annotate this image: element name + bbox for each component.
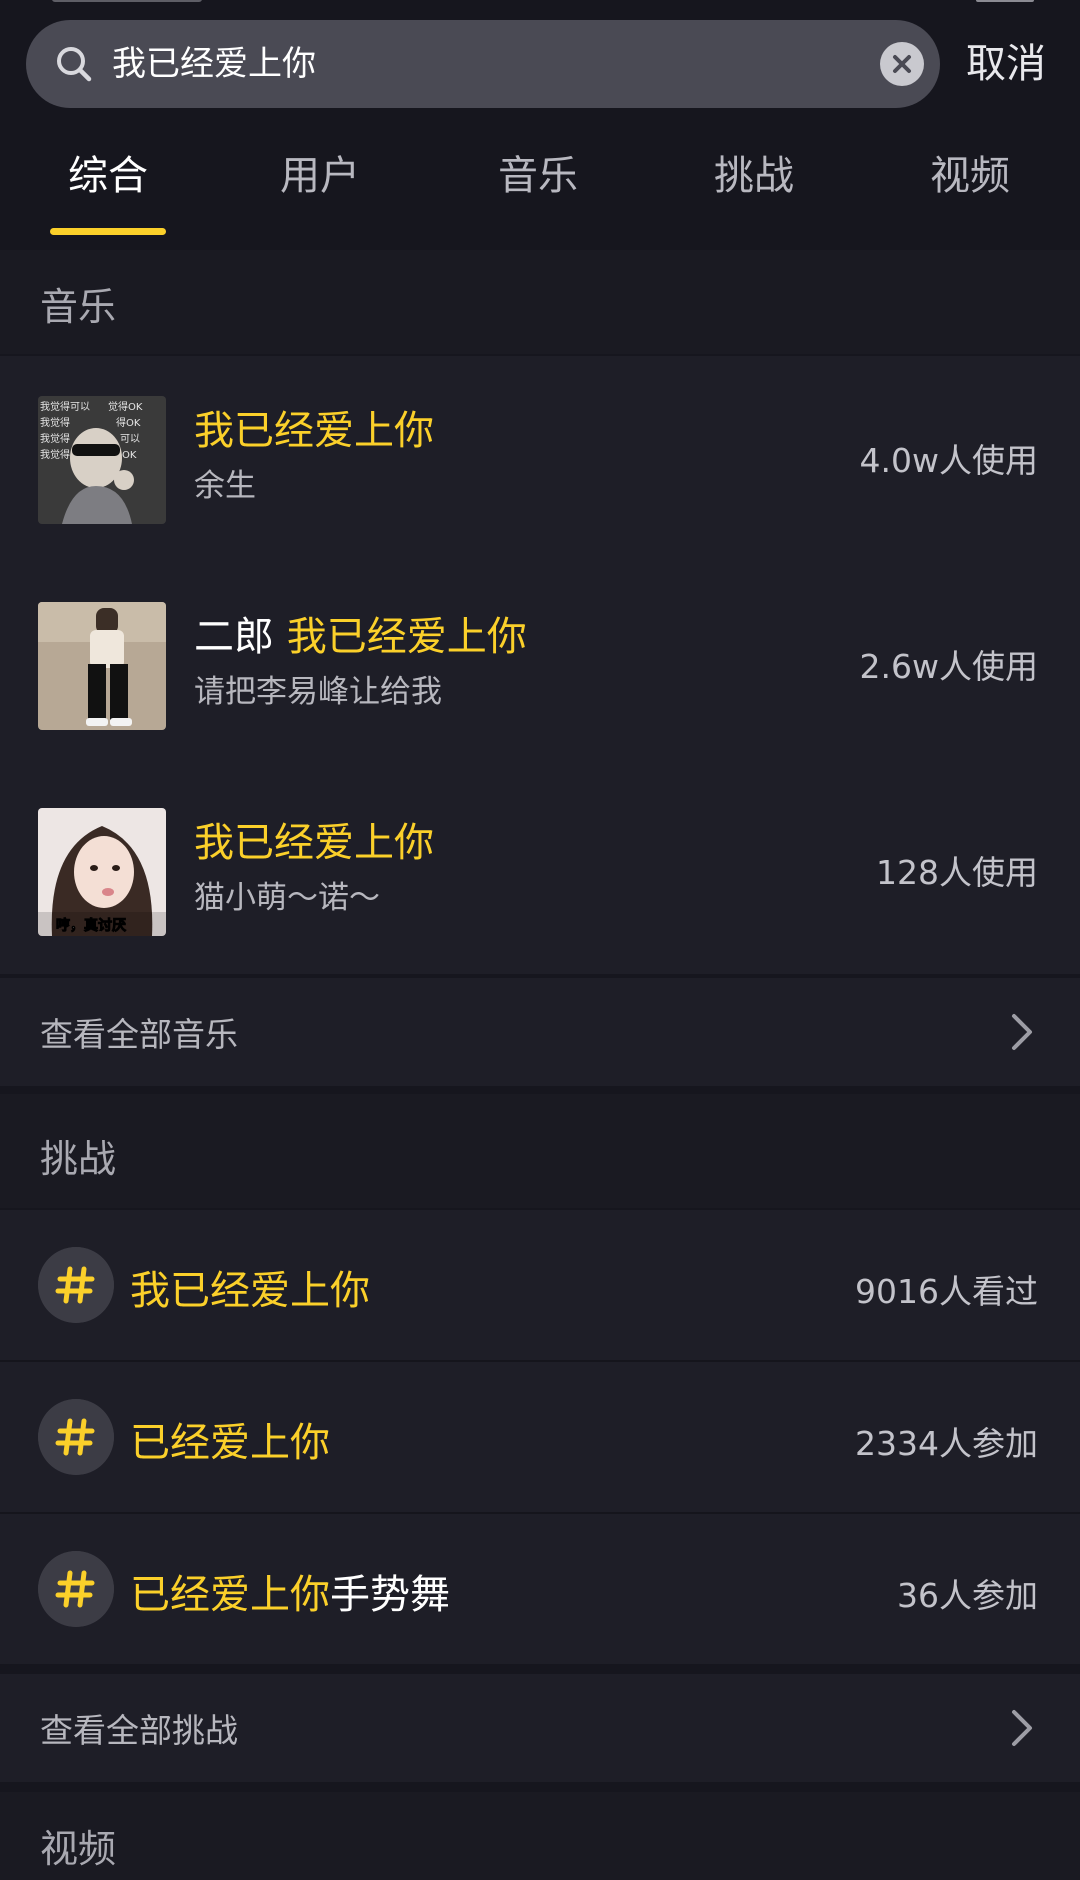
status-bar [0, 0, 1080, 10]
cancel-button[interactable]: 取消 [966, 28, 1046, 100]
person-photo-icon [38, 602, 166, 730]
svg-text:我觉得: 我觉得 [40, 433, 70, 445]
challenge-item[interactable]: 已经爱上你手势舞 36人参加 [0, 1514, 1080, 1664]
music-cover-image [38, 602, 166, 730]
music-title-highlight: 我已经爱上你 [194, 820, 434, 866]
tab-users[interactable]: 用户 [260, 146, 380, 206]
music-cover-image: 我觉得可以 觉得OK 我觉得 得OK 我觉得 可以 我觉得 OK [38, 396, 166, 524]
svg-text:OK: OK [122, 450, 137, 461]
hashtag-icon [38, 1247, 114, 1323]
girl-photo-icon: 哼，真讨厌 [38, 808, 166, 936]
svg-text:可以: 可以 [120, 434, 140, 445]
search-results-page: 我已经爱上你 取消 综合 用户 音乐 挑战 视频 音乐 我觉得可以 觉得OK 我… [0, 0, 1080, 1880]
challenge-title-highlight: 已经爱上你 [130, 1420, 330, 1466]
chevron-right-icon [1012, 1710, 1032, 1746]
hashtag-icon [38, 1551, 114, 1627]
music-title: 我已经爱上你 [194, 398, 434, 456]
view-all-challenges-button[interactable]: 查看全部挑战 [0, 1674, 1080, 1782]
svg-text:得OK: 得OK [116, 417, 141, 429]
cover-caption: 哼，真讨厌 [56, 917, 126, 934]
music-usage-count: 4.0w人使用 [859, 441, 1038, 480]
music-item[interactable]: 哼，真讨厌 我已经爱上你 猫小萌～诺～ 128人使用 [0, 768, 1080, 974]
challenge-count: 2334人参加 [855, 1424, 1038, 1463]
music-title-prefix: 二郎 [194, 614, 287, 660]
music-artist: 请把李易峰让给我 [194, 674, 442, 710]
battery-icon [976, 0, 1034, 2]
tab-challenges[interactable]: 挑战 [694, 146, 814, 206]
chevron-right-icon [1012, 1014, 1032, 1050]
challenge-title-highlight: 我已经爱上你 [130, 1268, 370, 1314]
tab-comprehensive[interactable]: 综合 [48, 146, 168, 206]
svg-text:我觉得: 我觉得 [40, 417, 70, 429]
svg-text:我觉得可以: 我觉得可以 [40, 401, 90, 413]
tab-videos[interactable]: 视频 [910, 146, 1030, 206]
music-artist: 余生 [194, 468, 256, 504]
search-icon [57, 47, 92, 82]
view-all-challenges-label: 查看全部挑战 [40, 1711, 238, 1750]
challenge-item[interactable]: 已经爱上你 2334人参加 [0, 1362, 1080, 1512]
search-input[interactable]: 我已经爱上你 [112, 20, 316, 108]
music-cover-image: 哼，真讨厌 [38, 808, 166, 936]
music-usage-count: 2.6w人使用 [859, 647, 1038, 686]
challenge-item[interactable]: 我已经爱上你 9016人看过 [0, 1210, 1080, 1360]
music-title: 二郎 我已经爱上你 [194, 604, 527, 662]
svg-text:觉得OK: 觉得OK [108, 401, 143, 413]
challenge-count: 36人参加 [897, 1576, 1038, 1615]
video-section-title: 视频 [40, 1827, 117, 1871]
music-usage-count: 128人使用 [876, 853, 1038, 892]
clear-icon[interactable] [880, 42, 924, 86]
tab-bar: 综合 用户 音乐 挑战 视频 [0, 130, 1080, 240]
challenge-title: 已经爱上你手势舞 [130, 1562, 450, 1620]
challenge-section-header: 挑战 [0, 1094, 1080, 1208]
search-bar[interactable]: 我已经爱上你 [26, 20, 940, 108]
music-title: 我已经爱上你 [194, 810, 434, 868]
cartoon-avatar-icon: 我觉得可以 觉得OK 我觉得 得OK 我觉得 可以 我觉得 OK [38, 396, 166, 524]
challenge-title-highlight: 已经爱上你 [130, 1572, 330, 1618]
challenge-title: 我已经爱上你 [130, 1258, 370, 1316]
hashtag-icon [38, 1399, 114, 1475]
challenge-count: 9016人看过 [855, 1272, 1038, 1311]
status-bar-text [52, 0, 202, 2]
active-tab-indicator [50, 228, 166, 235]
music-artist: 猫小萌～诺～ [194, 880, 380, 916]
svg-text:我觉得: 我觉得 [40, 449, 70, 461]
challenge-title-suffix: 手势舞 [330, 1572, 450, 1618]
video-section-header: 视频 [0, 1792, 1080, 1880]
challenge-section-title: 挑战 [40, 1137, 117, 1181]
music-title-highlight: 我已经爱上你 [286, 614, 527, 660]
music-section-header: 音乐 [0, 250, 1080, 354]
music-item[interactable]: 我觉得可以 觉得OK 我觉得 得OK 我觉得 可以 我觉得 OK 我已经爱上你 … [0, 356, 1080, 562]
view-all-music-label: 查看全部音乐 [40, 1015, 238, 1054]
tab-music[interactable]: 音乐 [478, 146, 598, 206]
challenge-title: 已经爱上你 [130, 1410, 330, 1468]
music-item[interactable]: 二郎 我已经爱上你 请把李易峰让给我 2.6w人使用 [0, 562, 1080, 768]
music-title-highlight: 我已经爱上你 [194, 408, 434, 454]
view-all-music-button[interactable]: 查看全部音乐 [0, 978, 1080, 1086]
music-section-title: 音乐 [40, 285, 117, 329]
